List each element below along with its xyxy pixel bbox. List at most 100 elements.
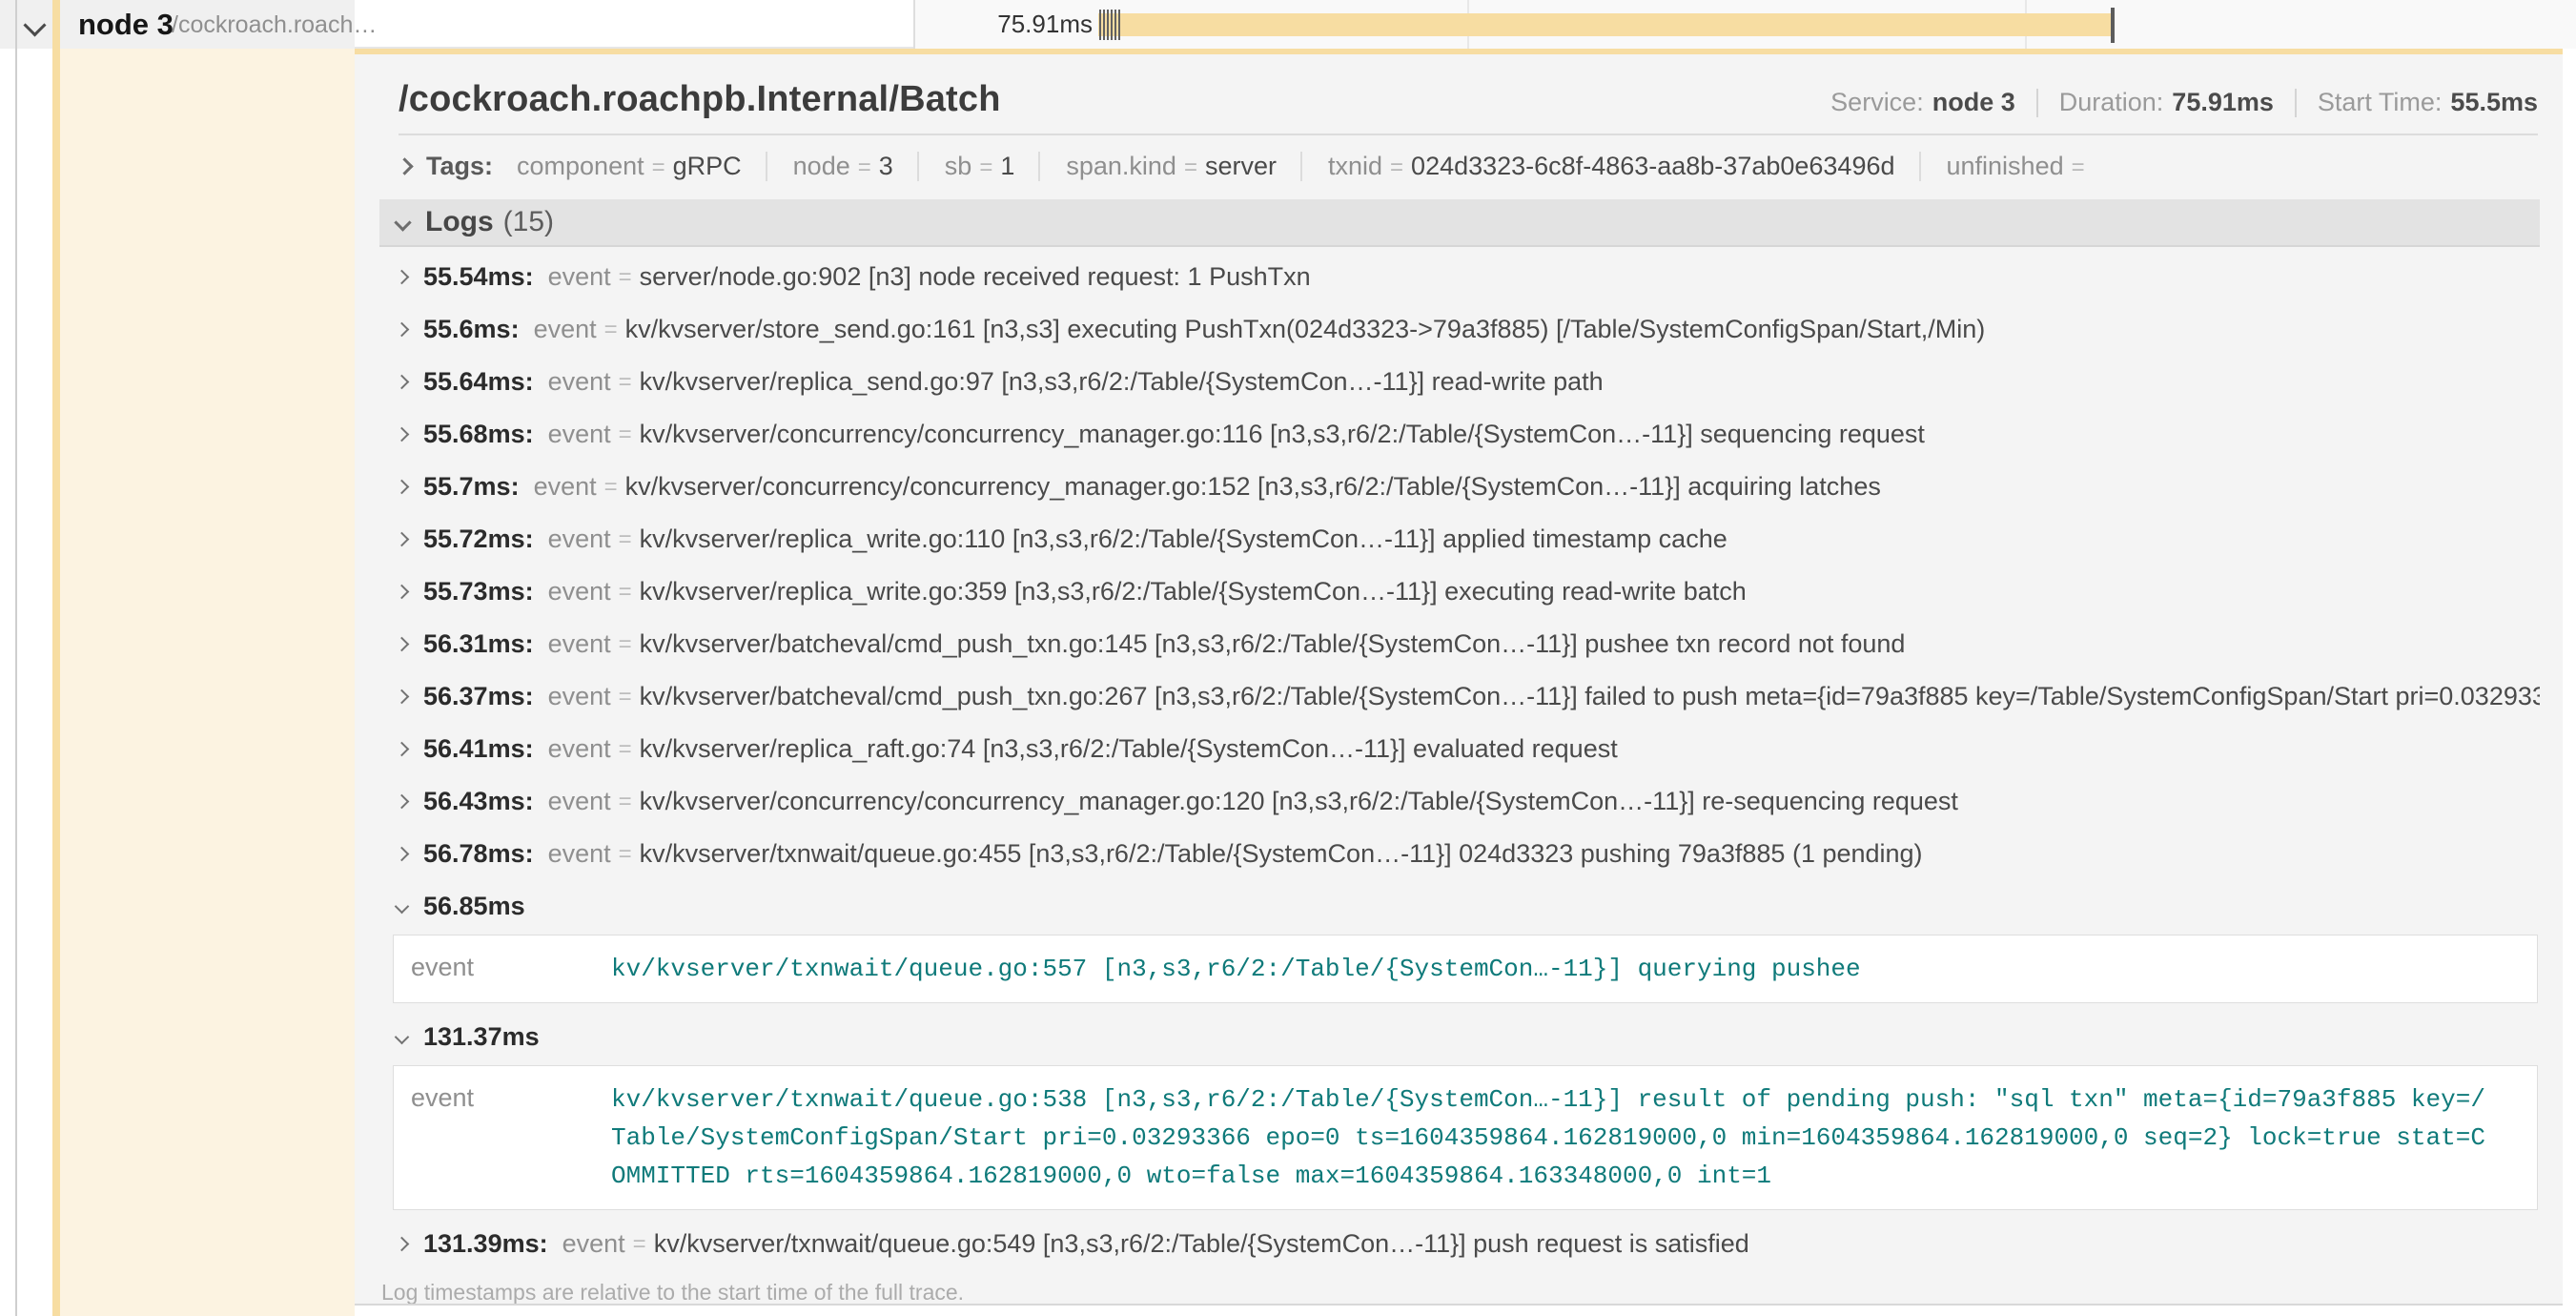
equals-sign: =: [619, 422, 632, 448]
log-field-key: event: [548, 524, 611, 554]
log-field-key: event: [548, 420, 611, 449]
log-row[interactable]: 55.64ms:event=kv/kvserver/replica_send.g…: [379, 356, 2540, 408]
log-field-key: event: [548, 839, 611, 869]
log-tick: [1118, 10, 1120, 40]
duration-label: Duration:: [2059, 88, 2164, 117]
tags-accordion[interactable]: Tags: component=gRPCnode=3sb=1span.kind=…: [399, 148, 2538, 184]
logs-section: Logs (15) 55.54ms:event=server/node.go:9…: [379, 199, 2540, 1306]
equals-sign: =: [619, 841, 632, 868]
tag-value: 1: [1000, 152, 1014, 180]
start-time-label: Start Time:: [2318, 88, 2443, 117]
equals-sign: =: [619, 684, 632, 710]
log-timestamp: 55.72ms:: [423, 524, 534, 554]
tag-key: component: [517, 152, 644, 180]
log-timestamp: 56.37ms:: [423, 682, 534, 711]
log-row[interactable]: 55.54ms:event=server/node.go:902 [n3] no…: [379, 251, 2540, 303]
log-timestamp: 55.73ms:: [423, 577, 534, 607]
log-timestamp: 55.68ms:: [423, 420, 534, 449]
logs-count: (15): [503, 206, 554, 238]
equals-sign: =: [633, 1231, 646, 1258]
log-field-value: kv/kvserver/batcheval/cmd_push_txn.go:14…: [640, 629, 1906, 659]
tag-value: gRPC: [673, 152, 742, 180]
tag-key: unfinished: [1947, 152, 2064, 180]
log-row-expanded-header[interactable]: 56.85ms: [379, 880, 2540, 933]
tag-value: 3: [879, 152, 893, 180]
chevron-down-icon: [395, 899, 410, 915]
tag-value: 024d3323-6c8f-4863-aa8b-37ab0e63496d: [1411, 152, 1894, 180]
log-field-key: event: [548, 787, 611, 816]
log-row[interactable]: 56.31ms:event=kv/kvserver/batcheval/cmd_…: [379, 618, 2540, 670]
log-row[interactable]: 55.7ms:event=kv/kvserver/concurrency/con…: [379, 461, 2540, 513]
chevron-right-icon: [395, 270, 410, 285]
divider: [2295, 89, 2297, 117]
log-timestamp: 55.6ms:: [423, 315, 520, 344]
log-field-key: event: [548, 262, 611, 292]
tag-item: sb=1: [917, 152, 1015, 181]
equals-sign: =: [619, 631, 632, 658]
divider: [399, 134, 2538, 135]
log-field-value: kv/kvserver/txnwait/queue.go:557 [n3,s3,…: [611, 950, 1861, 988]
tag-item: span.kind=server: [1038, 152, 1277, 181]
log-timestamp: 56.85ms: [423, 892, 525, 921]
chevron-right-icon: [395, 637, 410, 652]
log-row[interactable]: 56.41ms:event=kv/kvserver/replica_raft.g…: [379, 723, 2540, 775]
chevron-right-icon: [395, 794, 410, 810]
chevron-right-icon: [395, 375, 410, 390]
chevron-right-icon: [395, 427, 410, 442]
log-event-detail: eventkv/kvserver/txnwait/queue.go:538 [n…: [393, 1065, 2538, 1210]
service-label: Service:: [1830, 88, 1924, 117]
span-detail-header: /cockroach.roachpb.Internal/Batch Servic…: [355, 54, 2563, 120]
equals-sign: =: [619, 264, 632, 291]
log-row[interactable]: 131.39ms:event=kv/kvserver/txnwait/queue…: [379, 1218, 2540, 1270]
log-field-key: event: [548, 367, 611, 397]
log-row[interactable]: 56.37ms:event=kv/kvserver/batcheval/cmd_…: [379, 670, 2540, 723]
log-field-key: event: [534, 315, 597, 344]
equals-sign: =: [619, 369, 632, 396]
equals-sign: =: [1184, 154, 1197, 180]
log-field-key: event: [548, 629, 611, 659]
log-field-value: kv/kvserver/txnwait/queue.go:455 [n3,s3,…: [640, 839, 1923, 869]
log-field-value: kv/kvserver/txnwait/queue.go:538 [n3,s3,…: [611, 1080, 2499, 1195]
logs-title: Logs: [425, 206, 494, 238]
span-duration-label: 75.91ms: [915, 0, 1093, 49]
span-title: /cockroach.roachpb.Internal/Batch: [399, 79, 1001, 120]
log-field-value: kv/kvserver/replica_write.go:359 [n3,s3,…: [640, 577, 1747, 607]
span-operation-name[interactable]: /cockroach.roach…: [172, 0, 377, 51]
log-timestamp: 56.43ms:: [423, 787, 534, 816]
selected-span-row-tint: [60, 49, 355, 1316]
log-field-key: event: [562, 1229, 625, 1259]
log-field-value: kv/kvserver/replica_write.go:110 [n3,s3,…: [640, 524, 1728, 554]
span-timeline-row[interactable]: node 3 /cockroach.roach… 75.91ms: [0, 0, 2576, 49]
log-field-key: event: [548, 734, 611, 764]
log-tick: [1111, 10, 1113, 40]
log-field-value: kv/kvserver/store_send.go:161 [n3,s3] ex…: [625, 315, 1986, 344]
log-row[interactable]: 55.73ms:event=kv/kvserver/replica_write.…: [379, 565, 2540, 618]
chevron-right-icon: [395, 480, 410, 495]
equals-sign: =: [652, 154, 665, 180]
logs-accordion-header[interactable]: Logs (15): [379, 199, 2540, 247]
log-timestamp: 56.78ms:: [423, 839, 534, 869]
equals-sign: =: [1390, 154, 1403, 180]
log-row-expanded-header[interactable]: 131.37ms: [379, 1011, 2540, 1063]
log-field-key: event: [534, 472, 597, 502]
tag-item: txnid=024d3323-6c8f-4863-aa8b-37ab0e6349…: [1300, 152, 1895, 181]
chevron-right-icon: [395, 585, 410, 600]
log-tick: [1099, 10, 1101, 40]
log-tick: [1103, 10, 1105, 40]
log-tick: [1107, 10, 1109, 40]
log-field-value: kv/kvserver/concurrency/concurrency_mana…: [640, 787, 1958, 816]
span-service-name[interactable]: node 3: [78, 0, 174, 49]
log-row[interactable]: 55.72ms:event=kv/kvserver/replica_write.…: [379, 513, 2540, 565]
log-timestamp: 56.41ms:: [423, 734, 534, 764]
log-row[interactable]: 56.43ms:event=kv/kvserver/concurrency/co…: [379, 775, 2540, 828]
log-row[interactable]: 55.6ms:event=kv/kvserver/store_send.go:1…: [379, 303, 2540, 356]
log-row[interactable]: 56.78ms: event = kv/kvserver/txnwait/queue.…: [379, 828, 2540, 880]
tag-key: node: [793, 152, 850, 180]
span-duration-bar[interactable]: [1098, 13, 2113, 36]
log-row[interactable]: 55.68ms:event=kv/kvserver/concurrency/co…: [379, 408, 2540, 461]
log-timestamp: 55.54ms:: [423, 262, 534, 292]
log-tick: [1114, 10, 1116, 40]
divider: [2036, 89, 2038, 117]
chevron-right-icon: [395, 532, 410, 547]
tag-item: unfinished=: [1919, 152, 2093, 181]
